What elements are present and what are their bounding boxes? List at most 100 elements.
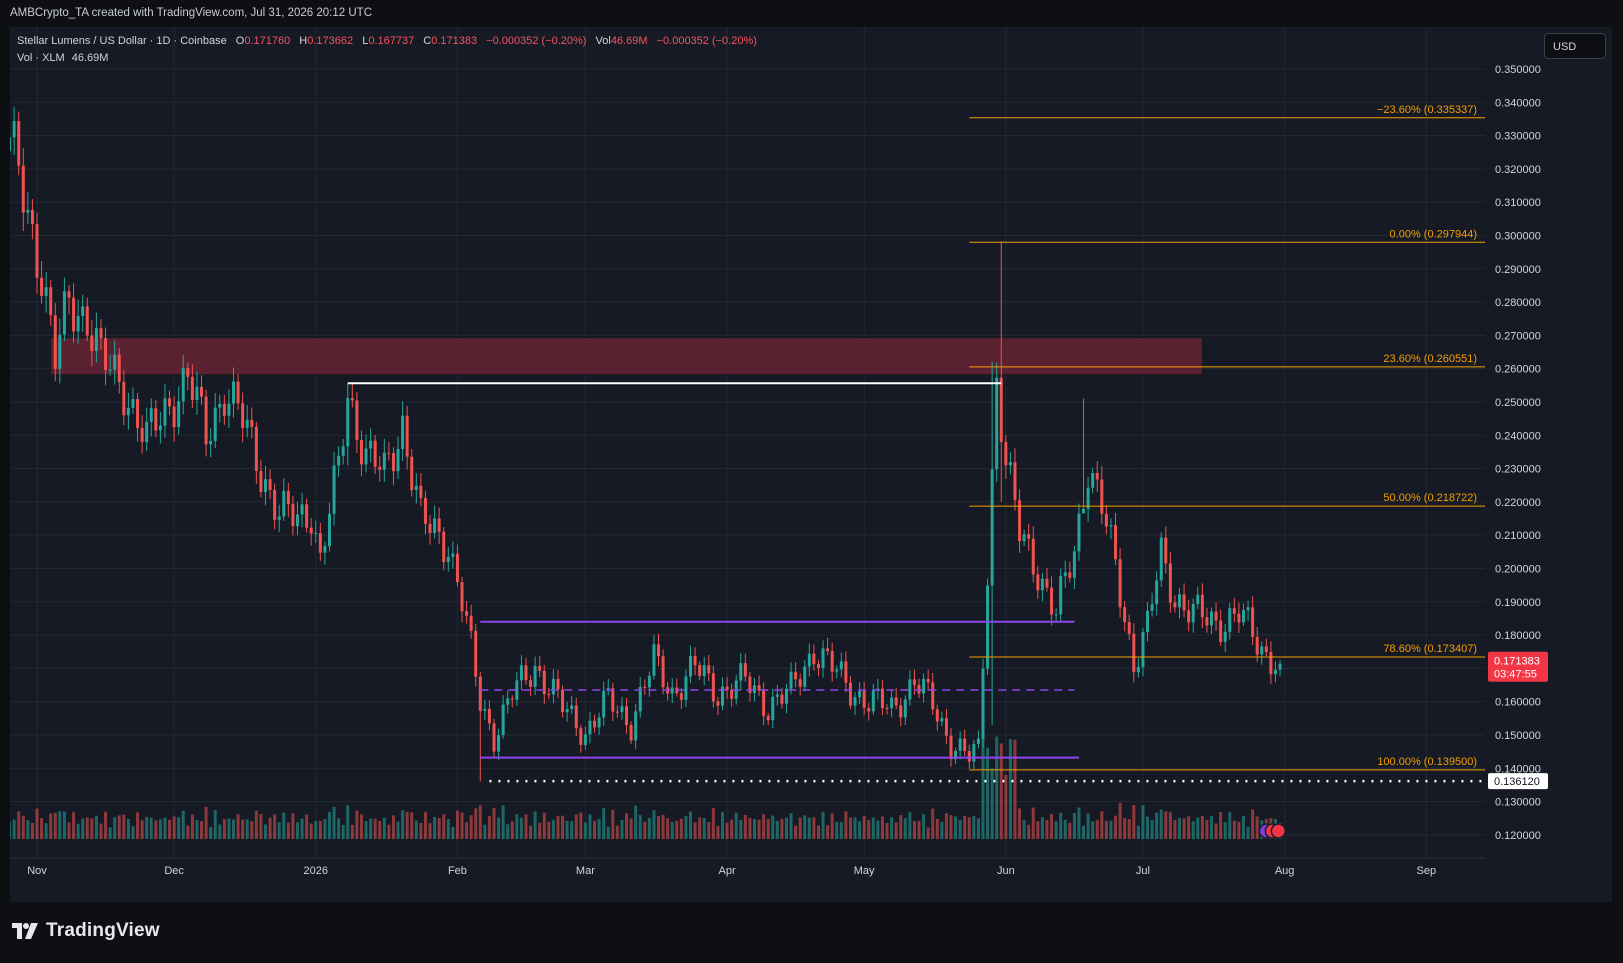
volume-bar <box>986 747 990 839</box>
candle-body <box>684 676 688 700</box>
candle-body <box>1232 608 1236 614</box>
candle-body <box>1036 574 1040 591</box>
volume-bar <box>1219 811 1223 839</box>
candle <box>981 658 985 748</box>
volume-bar <box>574 814 578 839</box>
volume-bar <box>1159 809 1163 839</box>
candle-body <box>99 328 103 339</box>
candle-body <box>341 446 345 456</box>
volume-bar <box>1200 815 1204 839</box>
candle-body <box>67 291 71 298</box>
volume-bar <box>615 825 619 839</box>
volume-bar <box>716 826 720 839</box>
candle-body <box>949 735 953 760</box>
candle-body <box>58 334 62 369</box>
candle-body <box>762 690 766 717</box>
candle-body <box>588 720 592 735</box>
candle-body <box>890 697 894 709</box>
candle-body <box>730 689 734 699</box>
candle-body <box>908 679 912 700</box>
currency-button[interactable]: USD <box>1544 33 1606 59</box>
volume-bar <box>177 817 181 839</box>
candle-body <box>1159 537 1163 581</box>
volume-bar <box>1013 739 1017 839</box>
price-tick-label: 0.350000 <box>1495 64 1541 76</box>
volume-bar <box>437 818 441 839</box>
candle-body <box>519 665 523 681</box>
volume-bar <box>469 815 473 839</box>
price-tick-label: 0.340000 <box>1495 97 1541 109</box>
candle-body <box>190 376 194 400</box>
volume-bar <box>1241 815 1245 839</box>
candle-body <box>839 661 843 670</box>
top-bar: AMBCrypto_TA created with TradingView.co… <box>0 0 1623 26</box>
candle-body <box>332 465 336 514</box>
volume-bar <box>1068 822 1072 839</box>
candle-body <box>1022 534 1026 542</box>
candle-body <box>830 651 834 672</box>
volume-bar <box>314 820 318 839</box>
candle-body <box>1141 632 1145 668</box>
volume-bar <box>364 821 368 839</box>
volume-bar <box>387 824 391 839</box>
volume-bar <box>72 812 76 839</box>
candle-body <box>1260 646 1264 655</box>
candle <box>1159 532 1163 588</box>
candle-body <box>812 653 816 665</box>
candle-body <box>1008 462 1012 466</box>
candle-body <box>1045 578 1049 588</box>
volume-bar <box>1086 813 1090 839</box>
candle-body <box>547 694 551 696</box>
volume-bar <box>350 824 354 839</box>
candle-body <box>652 644 656 676</box>
volume-bar <box>140 820 144 839</box>
candle-body <box>1050 587 1054 615</box>
candle-body <box>1068 572 1072 578</box>
price-chart[interactable]: −23.60% (0.335337) 0.00% (0.297944) 23.60%… <box>10 27 1612 902</box>
volume-bar <box>501 805 505 839</box>
candle-body <box>1237 613 1241 623</box>
symbol-legend: Stellar Lumens / US Dollar · 1D · Coinba… <box>17 35 757 47</box>
volume-bar <box>136 812 140 839</box>
candle-body <box>108 369 112 371</box>
volume-bar <box>542 812 546 839</box>
volume-bar <box>405 811 409 839</box>
candle-body <box>254 426 258 471</box>
volume-bar <box>583 822 587 839</box>
candle-body <box>1100 479 1104 514</box>
volume-bar <box>12 819 16 839</box>
volume-legend-label[interactable]: Vol · XLM <box>17 52 65 64</box>
volume-bar <box>556 816 560 839</box>
candle-body <box>794 671 798 680</box>
volume-bar <box>693 822 697 839</box>
candle-body <box>483 708 487 711</box>
volume-bar <box>976 818 980 839</box>
candle-body <box>286 490 290 505</box>
volume-bar <box>954 816 958 839</box>
candle-body <box>1013 462 1017 501</box>
volume-bar <box>282 812 286 839</box>
candle-body <box>1150 604 1154 611</box>
candle-body <box>1109 525 1113 527</box>
candle-body <box>958 738 962 751</box>
candle-body <box>1255 636 1259 655</box>
volume-bar <box>1050 813 1054 839</box>
high-value: 0.173662 <box>307 35 354 47</box>
candle-body <box>593 720 597 728</box>
volume-bar <box>876 820 880 839</box>
symbol-title[interactable]: Stellar Lumens / US Dollar · 1D · Coinba… <box>17 35 227 47</box>
candle-body <box>382 452 386 470</box>
tradingview-logo[interactable]: TradingView <box>12 916 160 946</box>
candle-body <box>446 556 450 563</box>
volume-bar <box>44 823 48 839</box>
volume-bar <box>168 819 172 839</box>
resistance-zone <box>50 337 1203 376</box>
candle-body <box>579 728 583 745</box>
candle-body <box>1155 580 1159 605</box>
candle-body <box>1054 614 1058 616</box>
volume-bar <box>1178 818 1181 839</box>
candle-body <box>433 518 437 533</box>
volume-bar <box>1031 807 1035 839</box>
volume-bar <box>853 817 857 839</box>
volume-bar <box>76 823 80 839</box>
